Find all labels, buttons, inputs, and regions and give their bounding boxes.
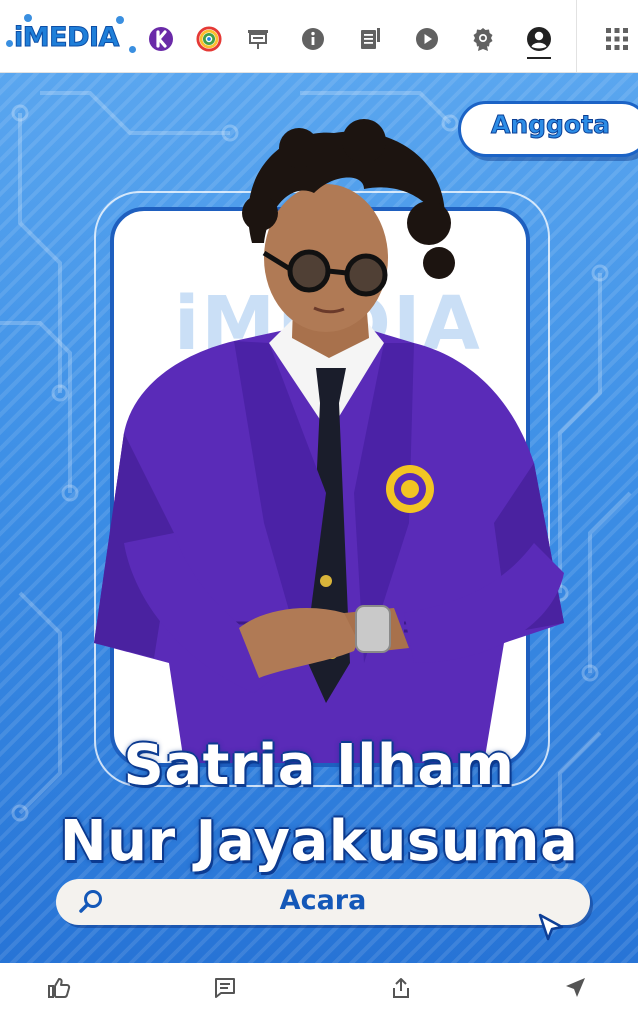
active-tab-indicator xyxy=(527,57,551,59)
share-button[interactable] xyxy=(388,975,414,1001)
document-icon[interactable] xyxy=(357,26,383,52)
member-name-line-1: Satria Ilham xyxy=(123,733,515,798)
like-button[interactable] xyxy=(46,975,72,1001)
cursor-pointer-icon xyxy=(538,913,564,941)
purple-k-logo-icon[interactable] xyxy=(148,26,174,52)
profile-icon[interactable] xyxy=(526,26,552,52)
brand-name: iMEDIA xyxy=(14,22,120,54)
apps-grid-icon[interactable] xyxy=(604,26,630,52)
member-photo xyxy=(94,119,564,763)
colorful-spiral-logo-icon[interactable] xyxy=(196,26,222,52)
post-action-bar xyxy=(0,963,638,1011)
share-icon xyxy=(393,978,409,998)
topbar-divider xyxy=(576,0,577,72)
member-name-line-2: Nur Jayakusuma xyxy=(59,809,579,874)
comment-icon xyxy=(215,978,235,998)
presentation-board-icon[interactable] xyxy=(245,26,271,52)
thumbs-up-icon xyxy=(48,978,71,998)
send-icon xyxy=(566,978,585,997)
event-search-bar[interactable]: Acara xyxy=(56,879,590,925)
search-label: Acara xyxy=(279,885,367,916)
page: iMEDIA Anggota Satria Ilham Nur Jayakusu… xyxy=(0,0,638,1011)
play-icon[interactable] xyxy=(414,26,440,52)
member-card: Anggota iMEDIA xyxy=(0,73,638,963)
info-icon[interactable] xyxy=(300,26,326,52)
imedia-logo[interactable]: iMEDIA xyxy=(6,10,138,60)
award-badge-icon[interactable] xyxy=(470,26,496,52)
top-navigation-bar: iMEDIA xyxy=(0,0,638,73)
comment-button[interactable] xyxy=(212,975,238,1001)
send-button[interactable] xyxy=(562,975,588,1001)
